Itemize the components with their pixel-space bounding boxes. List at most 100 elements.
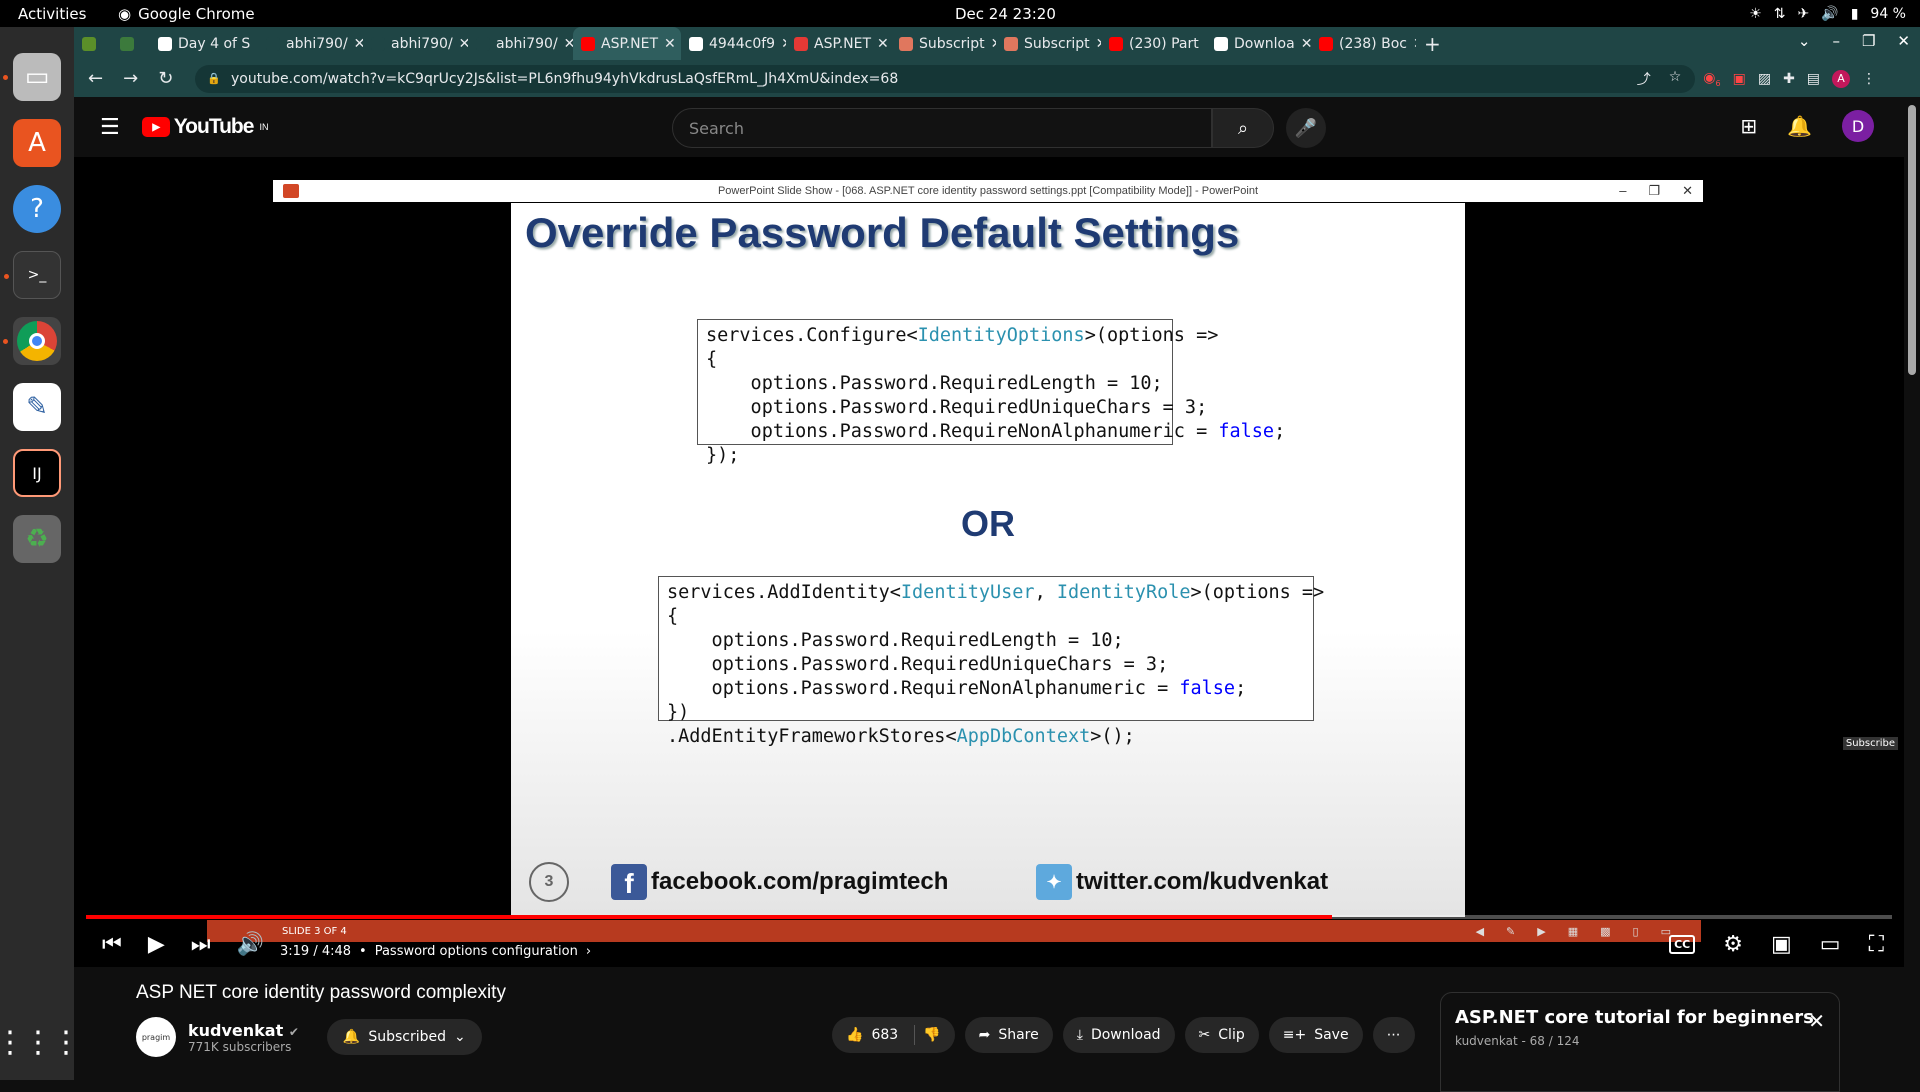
tab-favicon-icon xyxy=(794,36,808,51)
text-editor-icon[interactable]: ✎ xyxy=(13,383,61,431)
voice-search-icon[interactable]: 🎤 xyxy=(1286,108,1326,148)
back-icon[interactable]: ← xyxy=(88,68,103,89)
thumbs-down-icon[interactable]: 👎 xyxy=(923,1027,940,1043)
close-playlist-icon[interactable]: ✕ xyxy=(1808,1009,1825,1033)
app-menu[interactable]: ◉ Google Chrome xyxy=(118,5,255,23)
reload-icon[interactable]: ↻ xyxy=(158,68,173,89)
create-icon[interactable]: ⊞ xyxy=(1740,114,1757,138)
share-icon[interactable]: ⤴ xyxy=(1637,69,1651,89)
tab-close-icon[interactable]: ✕ xyxy=(664,36,676,52)
extension-icon[interactable]: ▨ xyxy=(1758,71,1771,87)
close-window-icon[interactable]: ✕ xyxy=(1897,32,1910,50)
playlist-add-icon: ≡+ xyxy=(1282,1027,1307,1043)
theater-mode-icon[interactable]: ▭ xyxy=(1820,932,1841,957)
clock[interactable]: Dec 24 23:20 xyxy=(955,5,1056,23)
bookmark-star-icon[interactable]: ☆ xyxy=(1669,69,1682,89)
browser-tab[interactable]: (230) Part✕ xyxy=(1101,27,1206,60)
channel-name[interactable]: kudvenkat ✔ xyxy=(188,1021,299,1040)
subscribed-button[interactable]: 🔔 Subscribed ⌄ xyxy=(326,1019,482,1055)
chevron-right-icon[interactable]: › xyxy=(586,944,591,959)
system-tray[interactable]: ☀ ⇅ ✈ 🔊 ▮ 94 % xyxy=(1749,6,1906,22)
progress-bar[interactable] xyxy=(86,915,1892,919)
activities-button[interactable]: Activities xyxy=(18,5,86,23)
tab-favicon-icon xyxy=(689,36,703,51)
captions-icon[interactable]: CC xyxy=(1669,935,1696,954)
account-avatar[interactable]: D xyxy=(1842,110,1874,142)
play-icon[interactable]: ▶ xyxy=(148,932,165,957)
notifications-bell-icon[interactable]: 🔔 xyxy=(1787,114,1812,138)
browser-tab[interactable]: abhi790/ ✕ xyxy=(258,27,363,60)
settings-gear-icon[interactable]: ⚙ xyxy=(1723,932,1743,957)
browser-tab[interactable]: ASP.NET ✕ xyxy=(786,27,891,60)
youtube-logo[interactable]: ▶ YouTube IN xyxy=(141,115,268,139)
powerpoint-icon xyxy=(283,184,299,198)
trash-icon[interactable]: ♻ xyxy=(13,515,61,563)
browser-tab[interactable]: Downloa ✕ xyxy=(1206,27,1311,60)
profile-avatar[interactable]: A xyxy=(1832,69,1851,88)
software-center-icon[interactable]: A xyxy=(13,119,61,167)
extension-icon[interactable]: ▣ xyxy=(1733,71,1746,87)
app-grid-icon[interactable]: ⋮⋮⋮ xyxy=(0,1025,81,1060)
tab-close-icon[interactable]: ✕ xyxy=(564,36,573,52)
intellij-icon[interactable]: IJ xyxy=(13,449,61,497)
or-divider: OR xyxy=(961,503,1015,544)
terminal-icon[interactable]: >_ xyxy=(4,251,61,299)
browser-tab[interactable]: 4944c0f9✕ xyxy=(681,27,786,60)
puzzle-icon[interactable]: ✚ xyxy=(1783,71,1795,87)
browser-tab[interactable]: abhi790/ ✕ xyxy=(468,27,573,60)
files-icon[interactable]: ▭ xyxy=(3,53,61,101)
tab-search-icon[interactable]: ⌄ xyxy=(1798,32,1811,50)
url-bar[interactable]: 🔒 youtube.com/watch?v=kC9qrUcy2Js&list=P… xyxy=(195,64,1696,93)
scissors-icon: ✂ xyxy=(1198,1027,1211,1043)
browser-tab[interactable]: abhi790/ ✕ xyxy=(363,27,468,60)
browser-tab[interactable] xyxy=(112,27,150,60)
next-icon[interactable]: ⏭ xyxy=(191,932,211,957)
scrollbar-thumb[interactable] xyxy=(1908,105,1916,375)
battery-icon: ▮ xyxy=(1850,5,1859,22)
subscribe-watermark[interactable]: Subscribe xyxy=(1842,737,1898,750)
more-actions-button[interactable]: ⋯ xyxy=(1372,1017,1415,1053)
browser-tab[interactable]: (238) Boc✕ xyxy=(1311,27,1416,60)
tab-strip: Day 4 of S✕abhi790/✕abhi790/✕abhi790/✕AS… xyxy=(74,27,1920,60)
forward-icon[interactable]: → xyxy=(123,68,138,89)
thumbs-up-icon: 👍 xyxy=(846,1027,864,1043)
share-button[interactable]: ➦ Share xyxy=(964,1017,1053,1053)
tab-close-icon[interactable]: ✕ xyxy=(877,36,889,52)
tab-close-icon[interactable]: ✕ xyxy=(1301,36,1311,52)
browser-tab[interactable]: ASP.NET ✕ xyxy=(573,27,681,60)
browser-tab[interactable]: Day 4 of S✕ xyxy=(150,27,258,60)
search-input[interactable]: Search xyxy=(672,108,1212,148)
new-tab-button[interactable]: + xyxy=(1416,27,1449,60)
fullscreen-icon[interactable]: ⛶ xyxy=(1869,932,1884,957)
help-icon[interactable]: ? xyxy=(13,185,61,233)
side-panel-icon[interactable]: ▤ xyxy=(1807,71,1820,87)
menu-kebab-icon[interactable]: ⋮ xyxy=(1862,71,1876,87)
browser-tab[interactable]: Subscript✕ xyxy=(996,27,1101,60)
maximize-icon[interactable]: ❐ xyxy=(1862,32,1875,50)
like-button[interactable]: 👍 683 👎 xyxy=(832,1017,955,1053)
minimize-icon[interactable]: – xyxy=(1832,32,1840,50)
chapter-title[interactable]: Password options configuration xyxy=(375,944,578,959)
playlist-title[interactable]: ASP.NET core tutorial for beginners xyxy=(1455,1007,1825,1028)
player-controls: ⏮ ▶ ⏭ 🔊 3:19 / 4:48 • Password options c… xyxy=(74,920,1904,967)
chrome-dock-icon[interactable] xyxy=(3,317,61,365)
save-button[interactable]: ≡+ Save xyxy=(1268,1017,1363,1053)
slide-title: Override Password Default Settings xyxy=(525,209,1240,256)
tab-close-icon[interactable]: ✕ xyxy=(459,36,468,52)
download-button[interactable]: ⤓ Download xyxy=(1062,1017,1175,1053)
miniplayer-icon[interactable]: ▣ xyxy=(1771,932,1792,957)
tab-close-icon[interactable]: ✕ xyxy=(354,36,363,52)
lock-icon[interactable]: 🔒 xyxy=(207,72,221,85)
tab-label: Day 4 of S xyxy=(178,35,251,52)
browser-tab[interactable] xyxy=(74,27,112,60)
extension-icon[interactable]: ◉6 xyxy=(1703,70,1720,88)
search-button[interactable]: ⌕ xyxy=(1212,108,1274,148)
browser-tab[interactable]: Subscript✕ xyxy=(891,27,996,60)
channel-avatar[interactable]: pragim xyxy=(136,1017,176,1057)
clip-button[interactable]: ✂ Clip xyxy=(1184,1017,1259,1053)
page-scrollbar[interactable] xyxy=(1904,97,1920,1080)
volume-icon[interactable]: 🔊 xyxy=(237,932,264,957)
previous-icon[interactable]: ⏮ xyxy=(102,932,122,957)
tab-favicon-icon xyxy=(371,36,385,51)
hamburger-menu-icon[interactable]: ☰ xyxy=(100,115,120,140)
